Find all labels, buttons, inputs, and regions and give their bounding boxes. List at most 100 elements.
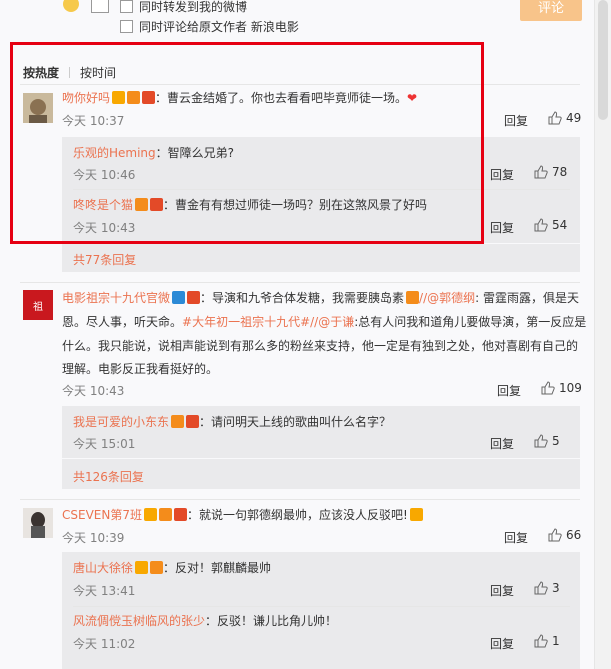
sub-reply-username[interactable]: 咚咚是个猫 — [73, 198, 133, 212]
avatar[interactable] — [23, 508, 53, 538]
thumbs-up-icon — [548, 528, 562, 542]
svg-text:祖: 祖 — [33, 300, 43, 313]
sub-reply-username[interactable]: 风流倜傥玉树临风的张少 — [73, 614, 205, 628]
sub-reply-button[interactable]: 回复 — [490, 166, 514, 183]
more-replies-bar: 共77条回复 — [62, 244, 580, 272]
sub-reply-username[interactable]: 乐观的Heming — [73, 146, 156, 160]
more-replies-bar: 共126条回复 — [62, 459, 580, 489]
comment-text: ：曹云金结婚了。你也去看看吧毕竟师徒一场。 — [155, 91, 408, 105]
tab-time[interactable]: 按时间 — [80, 64, 116, 81]
divider — [73, 189, 570, 190]
sub-reply-list: 我是可爱的小东东 ：请问明天上线的歌曲叫什么名字？ 今天 15:01 回复 5 — [62, 406, 580, 458]
sub-reply-body: 我是可爱的小东东 ：请问明天上线的歌曲叫什么名字？ — [73, 412, 391, 432]
comment-time: 今天 10:37 — [62, 114, 125, 128]
comment-body-line: 什么。我只能说，说相声能说到有那么多的粉丝来支持，他一定是有独到之处，他对喜剧有… — [62, 336, 578, 356]
sub-like-button[interactable]: 3 — [534, 581, 560, 595]
like-button[interactable]: 109 — [541, 381, 582, 395]
divider — [73, 606, 570, 607]
thumbs-up-icon — [534, 165, 548, 179]
forward-option[interactable]: 同时转发到我的微博 — [120, 0, 540, 15]
comment-body: 电影祖宗十九代官微 ：导演和九爷合体发糖，我需要胰岛素 //@郭德纲: 雷霆雨露，俱… — [62, 288, 579, 308]
comment-time: 今天 10:43 — [62, 384, 125, 398]
like-button[interactable]: 66 — [548, 528, 581, 542]
sub-reply-text: ：反驳！谦儿比角儿帅！ — [205, 614, 338, 628]
sub-like-count: 5 — [552, 434, 560, 448]
mention-link[interactable]: //@郭德纲 — [419, 291, 475, 305]
member-badge-icon — [173, 508, 187, 521]
scrollbar-thumb[interactable] — [598, 0, 608, 120]
comment-time: 今天 10:39 — [62, 531, 125, 545]
sub-reply-text: ：曹金有有想过师徒一场吗？别在这煞风景了好吗 — [163, 198, 428, 212]
comment-text: : 雷霆雨露，俱是天 — [475, 291, 579, 305]
divider — [20, 84, 580, 85]
member-badge-icon — [150, 198, 164, 211]
sub-reply-button[interactable]: 回复 — [490, 435, 514, 452]
reply-button[interactable]: 回复 — [497, 382, 521, 399]
user-avatar-image: 祖 — [23, 290, 53, 320]
emoji-icon[interactable] — [63, 0, 79, 12]
sub-reply-text: ：智障么兄弟? — [155, 146, 235, 160]
more-replies-link[interactable]: 共77条回复 — [73, 251, 136, 268]
thumbs-up-icon — [548, 111, 562, 125]
comment-username[interactable]: 吻你好吗 — [62, 91, 110, 105]
comment-origin-label: 同时评论给原文作者 新浪电影 — [139, 19, 299, 34]
sub-reply-button[interactable]: 回复 — [490, 219, 514, 236]
sub-like-button[interactable]: 1 — [534, 634, 560, 648]
hashtag-link[interactable]: #大年初一祖宗十九代# — [182, 315, 310, 329]
sub-reply-button[interactable]: 回复 — [490, 635, 514, 652]
member-badge-icon — [187, 291, 201, 304]
comment-submit-button[interactable]: 评论 — [520, 0, 582, 21]
like-button[interactable]: 49 — [548, 111, 581, 125]
sub-like-count: 1 — [552, 634, 560, 648]
more-replies-link[interactable]: 共126条回复 — [73, 468, 144, 485]
user-avatar-image — [23, 508, 53, 538]
sub-like-count: 78 — [552, 165, 568, 179]
vip-badge-icon — [158, 508, 172, 521]
verified-badge-icon — [112, 91, 126, 104]
thumbs-up-icon — [534, 581, 548, 595]
forward-checkbox[interactable] — [120, 0, 133, 13]
like-count: 109 — [559, 381, 582, 395]
sub-reply-button[interactable]: 回复 — [490, 582, 514, 599]
reply-button[interactable]: 回复 — [504, 112, 528, 129]
mention-link[interactable]: //@于谦 — [310, 315, 354, 329]
user-avatar-image — [23, 93, 53, 123]
avatar[interactable]: 祖 — [23, 290, 53, 320]
comment-text: ：导演和九爷合体发糖，我需要胰岛素 — [200, 291, 405, 305]
sub-reply-time: 今天 11:02 — [73, 637, 136, 651]
tab-hot[interactable]: 按热度 — [23, 64, 59, 81]
sub-reply-body: 咚咚是个猫 ：曹金有有想过师徒一场吗？别在这煞风景了好吗 — [73, 195, 427, 215]
comment-username[interactable]: CSEVEN第7班 — [62, 508, 142, 522]
member-badge-icon — [142, 91, 156, 104]
thumbs-up-icon — [534, 218, 548, 232]
sub-like-button[interactable]: 54 — [534, 218, 567, 232]
avatar[interactable] — [23, 93, 53, 123]
comment-origin-option[interactable]: 同时评论给原文作者 新浪电影 — [120, 17, 540, 35]
sub-reply-time: 今天 15:01 — [73, 437, 136, 451]
sub-reply-body: 乐观的Heming：智障么兄弟? — [73, 143, 234, 163]
sub-like-button[interactable]: 5 — [534, 434, 560, 448]
reply-button[interactable]: 回复 — [504, 529, 528, 546]
sub-like-count: 3 — [552, 581, 560, 595]
vip-badge-icon — [150, 561, 164, 574]
sub-reply-username[interactable]: 唐山大徐徐 — [73, 561, 133, 575]
comment-panel: 同时转发到我的微博 同时评论给原文作者 新浪电影 评论 按热度 按时间 吻你好吗… — [0, 0, 595, 669]
comment-body-line: 理解。电影反正我看挺好的。 — [62, 359, 218, 379]
member-badge-icon — [186, 415, 200, 428]
sub-reply-time: 今天 13:41 — [73, 584, 136, 598]
like-count: 49 — [566, 111, 582, 125]
sub-reply-text: ：请问明天上线的歌曲叫什么名字？ — [199, 415, 392, 429]
verified-badge-icon — [135, 561, 149, 574]
sub-reply-list: 乐观的Heming：智障么兄弟? 今天 10:46 回复 78 咚咚是个猫 ：曹金… — [62, 137, 580, 243]
verified-badge-icon — [172, 291, 186, 304]
vip-badge-icon — [171, 415, 185, 428]
sub-reply-list: 唐山大徐徐 ：反对！郭麒麟最帅 今天 13:41 回复 3 风流倜傥玉树临风的张少… — [62, 552, 580, 669]
scrollbar[interactable] — [594, 0, 611, 669]
sub-like-button[interactable]: 78 — [534, 165, 567, 179]
comment-origin-checkbox[interactable] — [120, 19, 133, 33]
sub-reply-username[interactable]: 我是可爱的小东东 — [73, 415, 169, 429]
image-icon[interactable] — [91, 0, 109, 13]
sub-reply-time: 今天 10:46 — [73, 168, 136, 182]
tab-separator — [69, 67, 71, 78]
comment-username[interactable]: 电影祖宗十九代官微 — [62, 291, 170, 305]
